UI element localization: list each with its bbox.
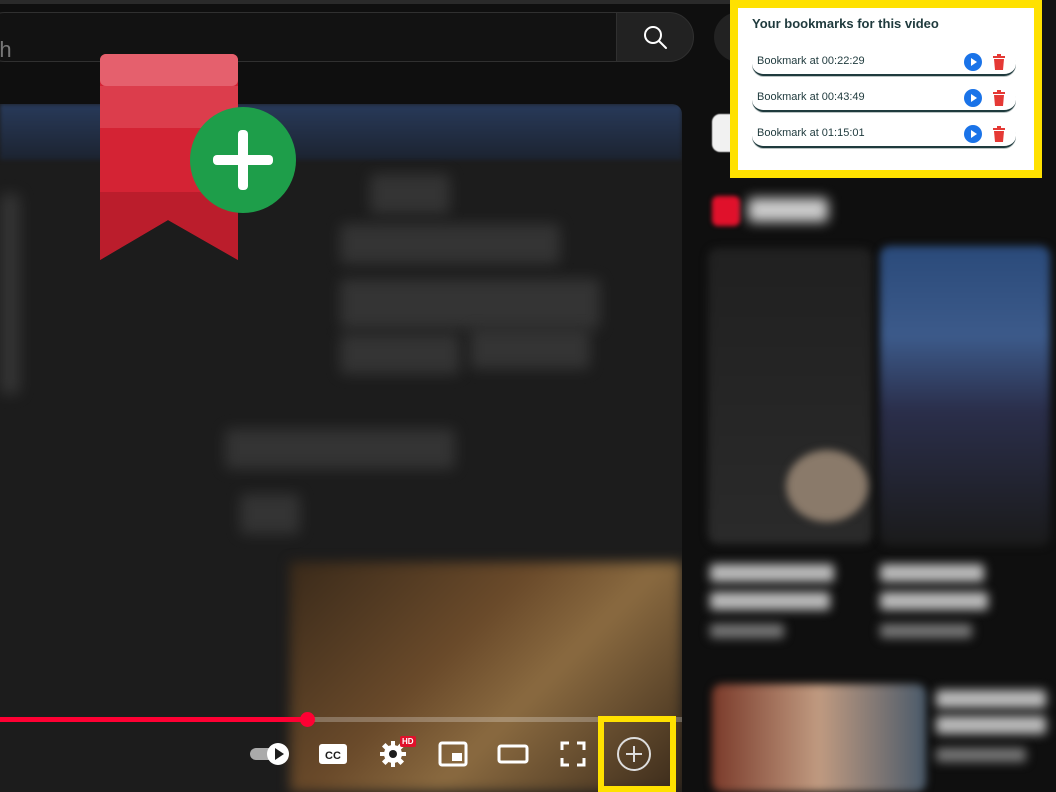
blurred-content (340, 224, 560, 264)
shorts-icon (712, 196, 740, 226)
bookmark-label: Bookmark at 00:22:29 (757, 55, 865, 67)
delete-icon[interactable] (991, 89, 1007, 107)
shorts-title-line (880, 592, 988, 610)
delete-icon[interactable] (991, 53, 1007, 71)
blurred-content (225, 429, 455, 469)
miniplayer-icon (438, 741, 468, 767)
fullscreen-button[interactable] (554, 736, 592, 772)
blurred-content (240, 494, 300, 534)
blurred-content (470, 329, 590, 369)
blurred-content (370, 174, 450, 214)
blurred-content (340, 334, 460, 374)
captions-button[interactable]: CC (314, 736, 352, 772)
bookmark-row[interactable]: Bookmark at 01:15:01 (752, 122, 1016, 148)
recommended-video-title (936, 716, 1046, 734)
shorts-title-line (710, 592, 830, 610)
search-button[interactable] (616, 12, 694, 62)
progress-scrubber[interactable] (300, 712, 315, 727)
avatar-blur (786, 450, 868, 522)
popup-title: Your bookmarks for this video (752, 16, 939, 31)
shorts-title-line (880, 564, 984, 582)
miniplayer-button[interactable] (434, 736, 472, 772)
hd-badge: HD (400, 736, 416, 747)
svg-text:CC: CC (325, 750, 341, 762)
recommended-video-meta (936, 748, 1026, 762)
blurred-content (0, 194, 20, 394)
theater-mode-icon (497, 744, 529, 764)
shorts-card[interactable] (880, 246, 1050, 546)
screenshot-stage: rch (0, 0, 1056, 792)
recommended-video-thumbnail[interactable] (712, 684, 926, 792)
delete-icon[interactable] (991, 125, 1007, 143)
add-bookmark-highlight (598, 716, 676, 792)
recommended-video-title (936, 690, 1046, 708)
play-icon[interactable] (964, 89, 982, 107)
bookmark-row[interactable]: Bookmark at 00:43:49 (752, 86, 1016, 112)
shorts-title-line (710, 564, 834, 582)
right-edge-strip (1042, 0, 1056, 130)
shorts-meta-line (880, 624, 972, 638)
autoplay-toggle[interactable] (246, 736, 294, 772)
bookmark-label: Bookmark at 01:15:01 (757, 127, 865, 139)
search-placeholder: rch (0, 37, 12, 62)
search-icon (644, 26, 667, 49)
blurred-content (340, 279, 600, 329)
captions-icon: CC (319, 744, 347, 764)
bookmark-row[interactable]: Bookmark at 00:22:29 (752, 50, 1016, 76)
search-input[interactable]: rch (0, 12, 616, 62)
progress-played (0, 717, 307, 722)
play-icon[interactable] (964, 125, 982, 143)
play-icon[interactable] (964, 53, 982, 71)
bookmark-add-logo (100, 54, 296, 260)
bookmarks-popup: Your bookmarks for this video Bookmark a… (730, 0, 1042, 178)
autoplay-toggle-icon (250, 743, 289, 765)
shorts-heading (748, 198, 828, 222)
bookmark-label: Bookmark at 00:43:49 (757, 91, 865, 103)
fullscreen-icon (560, 741, 586, 767)
shorts-meta-line (710, 624, 784, 638)
theater-mode-button[interactable] (494, 736, 532, 772)
